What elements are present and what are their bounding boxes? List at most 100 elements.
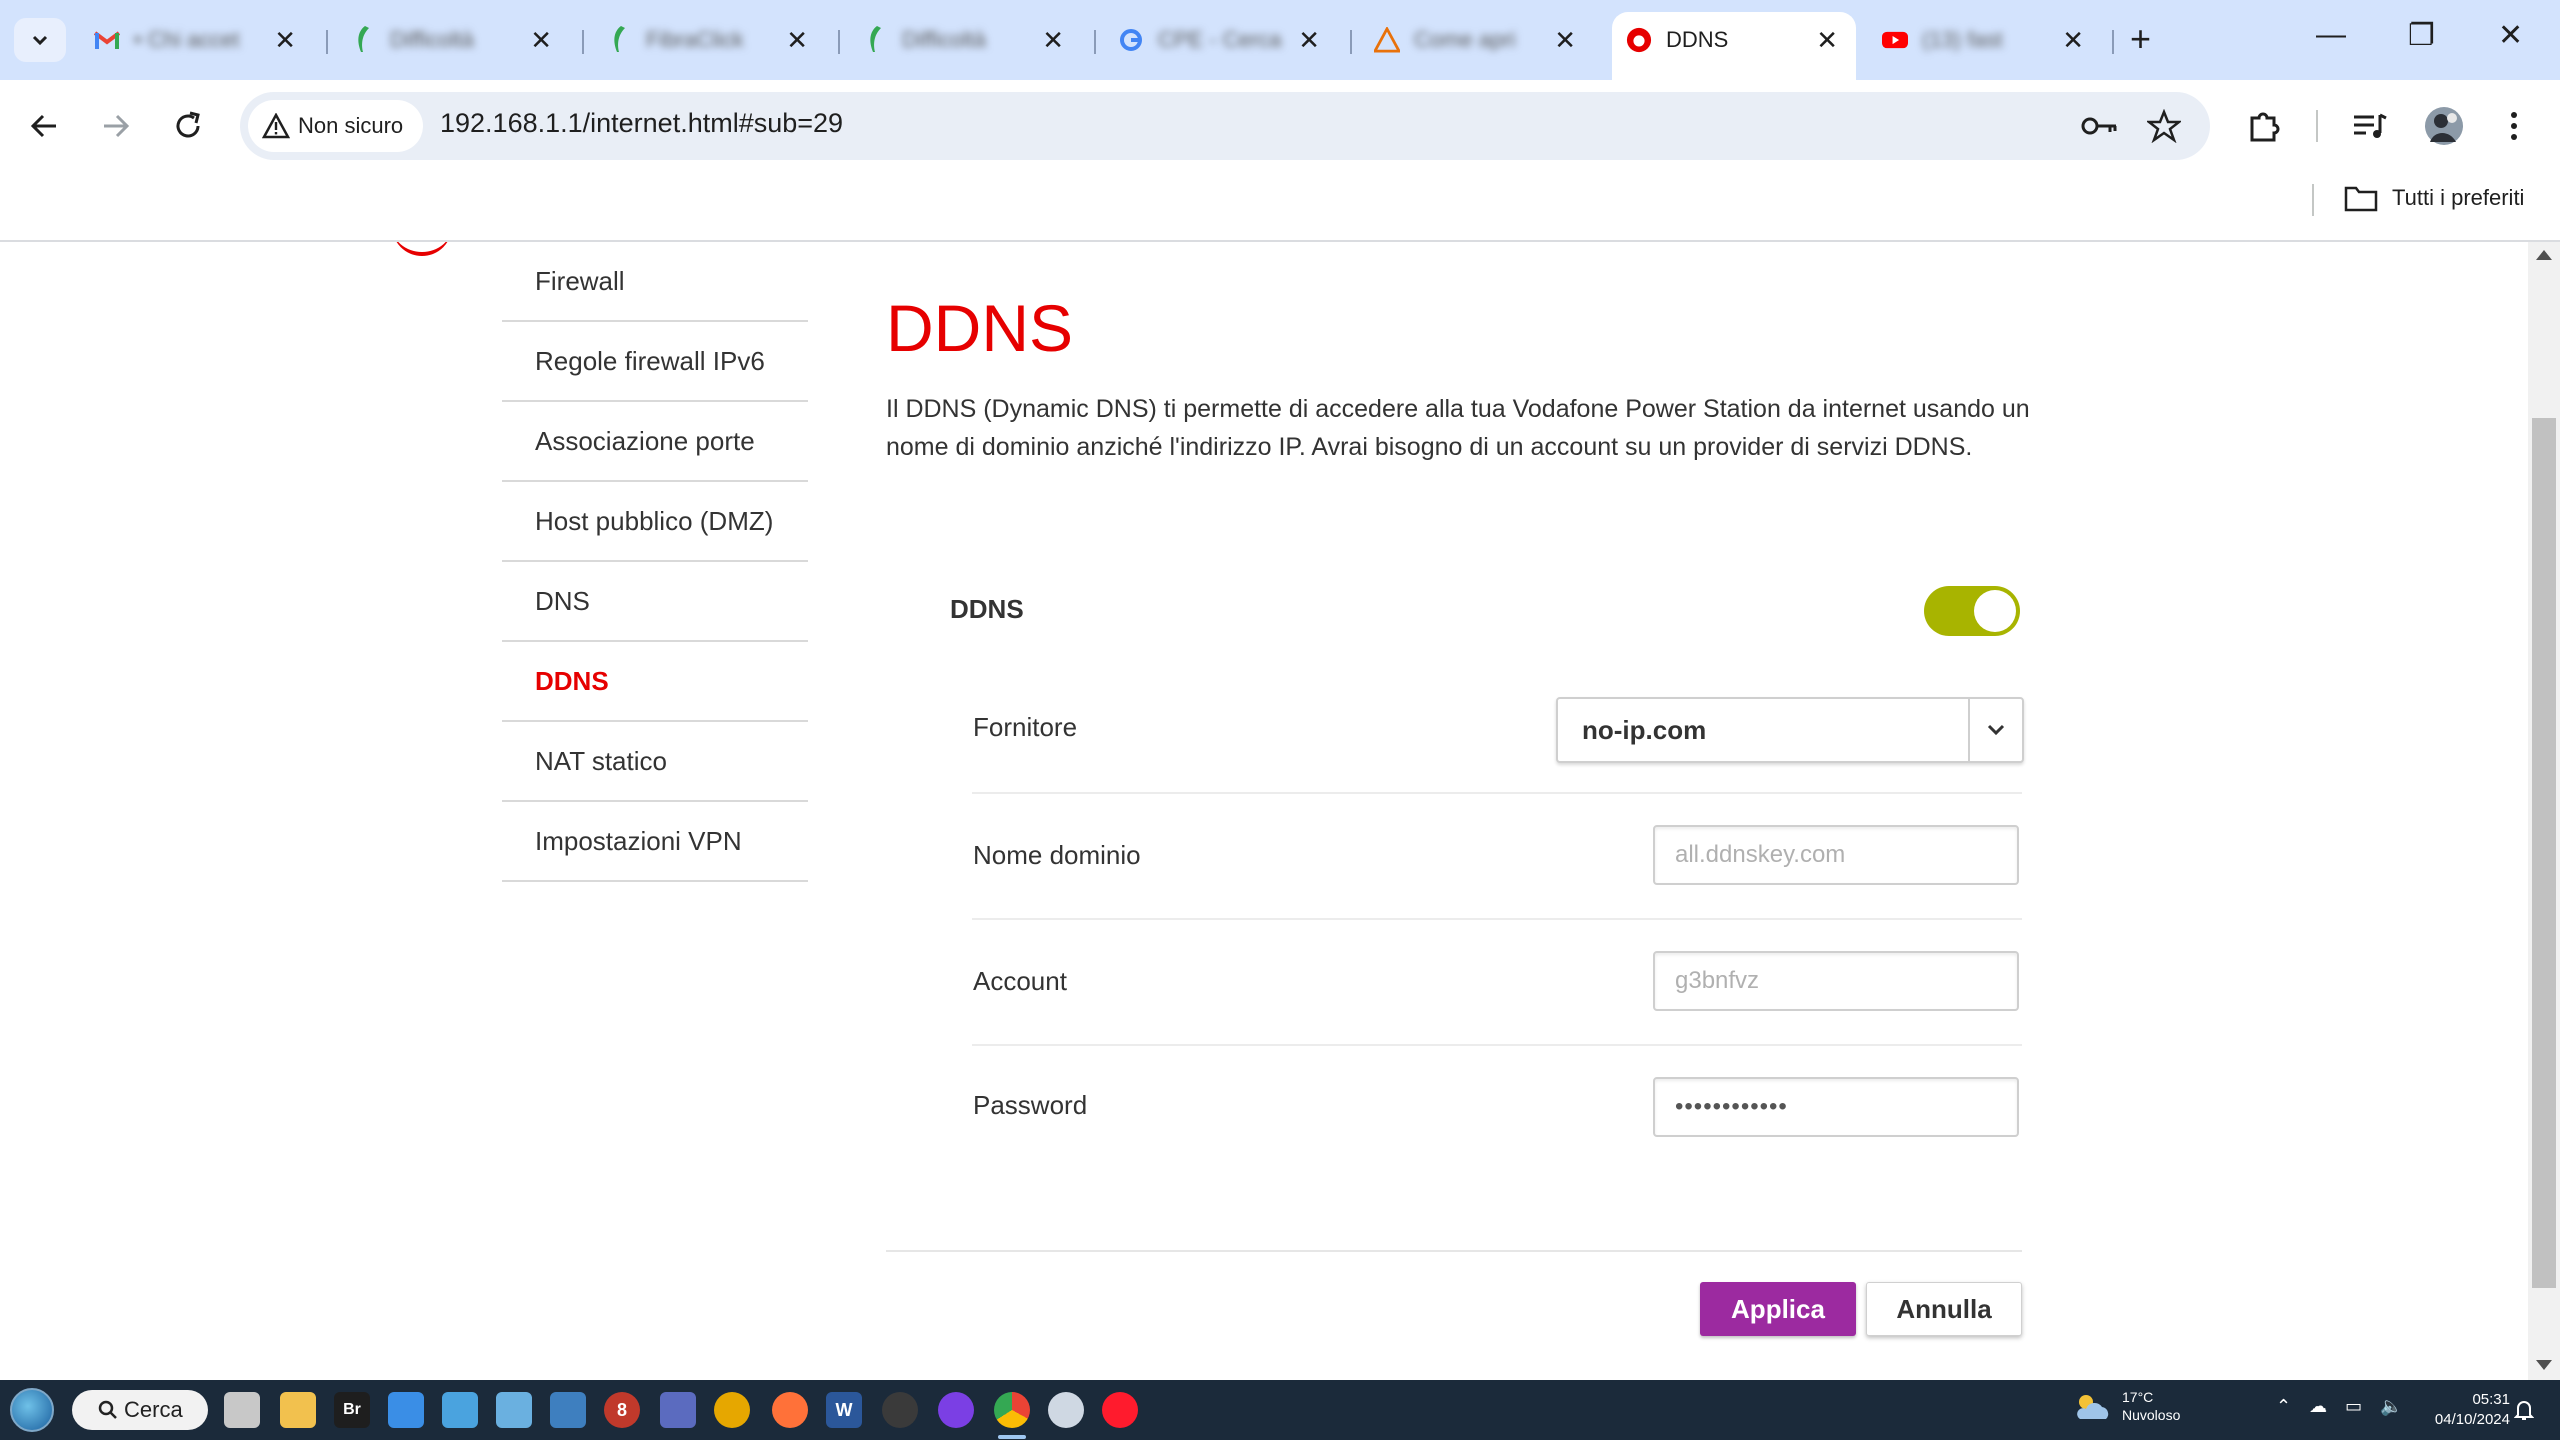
- vodafone-icon: [1626, 27, 1652, 53]
- sidebar-item-firewall[interactable]: Firewall: [502, 242, 808, 322]
- bookmark-star-icon[interactable]: [2144, 106, 2184, 146]
- notification-bell-icon[interactable]: [2513, 1398, 2535, 1427]
- gmail-icon: [94, 27, 120, 53]
- media-app-icon[interactable]: [714, 1392, 750, 1428]
- domain-label: Nome dominio: [973, 840, 1141, 870]
- bookmarks-separator: [2312, 184, 2314, 216]
- search-tool-icon[interactable]: [496, 1392, 532, 1428]
- weather-temp: 17°C: [2122, 1389, 2154, 1405]
- domain-input[interactable]: [1653, 825, 2019, 885]
- chrome-icon[interactable]: [994, 1392, 1030, 1428]
- back-button[interactable]: [22, 104, 66, 148]
- onedrive-icon[interactable]: ☁: [2309, 1396, 2327, 1417]
- camera-app-icon[interactable]: [882, 1392, 918, 1428]
- forward-button[interactable]: [94, 104, 138, 148]
- chevron-down-icon: [32, 35, 48, 46]
- firefox-icon[interactable]: [772, 1392, 808, 1428]
- close-icon[interactable]: ✕: [1554, 27, 1576, 53]
- chevron-up-icon[interactable]: ⌃: [2276, 1396, 2291, 1417]
- network-utility-icon[interactable]: [550, 1392, 586, 1428]
- weather-widget[interactable]: 17°C Nuvoloso: [2072, 1388, 2180, 1424]
- chevron-down-icon: [1987, 724, 2005, 736]
- warning-icon: [1374, 27, 1400, 53]
- cancel-button[interactable]: Annulla: [1866, 1282, 2022, 1336]
- tab-ddns-active[interactable]: DDNS ✕: [1612, 12, 1856, 80]
- sidebar-item-ipv6-firewall-rules[interactable]: Regole firewall IPv6: [502, 322, 808, 402]
- scroll-down-arrow-icon[interactable]: [2536, 1360, 2552, 1370]
- ddns-toggle-label: DDNS: [950, 594, 1024, 624]
- url-text[interactable]: 192.168.1.1/internet.html#sub=29: [440, 108, 843, 139]
- network-tool-icon[interactable]: [442, 1392, 478, 1428]
- all-bookmarks-button[interactable]: Tutti i preferiti: [2344, 184, 2524, 212]
- tab-forum-2[interactable]: FibraClick ✕: [592, 14, 826, 66]
- toggle-knob: [1974, 590, 2016, 632]
- tor-app-icon[interactable]: [938, 1392, 974, 1428]
- feather-icon: [606, 26, 632, 53]
- scroll-up-arrow-icon[interactable]: [2536, 250, 2552, 260]
- system-tray: ⌃ ☁ ▭ 🔈: [2276, 1396, 2403, 1417]
- apply-button[interactable]: Applica: [1700, 1282, 1856, 1336]
- bridge-icon[interactable]: Br: [334, 1392, 370, 1428]
- security-app-icon[interactable]: 8: [604, 1392, 640, 1428]
- task-view-icon[interactable]: [224, 1392, 260, 1428]
- security-chip[interactable]: Non sicuro: [248, 100, 424, 152]
- close-icon[interactable]: ✕: [1298, 27, 1320, 53]
- active-app-indicator: [998, 1435, 1026, 1439]
- avatar[interactable]: [2424, 106, 2464, 146]
- reload-button[interactable]: [166, 104, 210, 148]
- close-icon[interactable]: ✕: [1816, 27, 1838, 53]
- sidebar-item-ddns[interactable]: DDNS: [502, 642, 808, 722]
- provider-select[interactable]: no-ip.com: [1556, 697, 2024, 763]
- store-icon[interactable]: [388, 1392, 424, 1428]
- scrollbar-thumb[interactable]: [2532, 418, 2556, 1288]
- window-close-button[interactable]: ✕: [2498, 18, 2523, 53]
- close-icon[interactable]: ✕: [2062, 27, 2084, 53]
- close-icon[interactable]: ✕: [274, 27, 296, 53]
- opera-icon[interactable]: [1102, 1392, 1138, 1428]
- volume-icon[interactable]: 🔈: [2380, 1396, 2402, 1417]
- sidebar-item-port-mapping[interactable]: Associazione porte: [502, 402, 808, 482]
- disk-app-icon[interactable]: [660, 1392, 696, 1428]
- tab-search-button[interactable]: [14, 18, 66, 62]
- row-divider: [972, 792, 2022, 794]
- close-icon[interactable]: ✕: [1042, 27, 1064, 53]
- start-button[interactable]: [10, 1388, 54, 1432]
- sidebar-item-dmz[interactable]: Host pubblico (DMZ): [502, 482, 808, 562]
- media-control-icon[interactable]: [2350, 106, 2390, 146]
- password-input[interactable]: [1653, 1077, 2019, 1137]
- extensions-icon[interactable]: [2244, 106, 2284, 146]
- restore-button[interactable]: ❐: [2408, 18, 2435, 53]
- account-input[interactable]: [1653, 951, 2019, 1011]
- taskbar-search[interactable]: Cerca: [72, 1390, 208, 1430]
- display-icon[interactable]: ▭: [2345, 1396, 2362, 1417]
- sidebar-item-vpn-settings[interactable]: Impostazioni VPN: [502, 802, 808, 882]
- tab-help[interactable]: Come apri ✕: [1360, 14, 1594, 66]
- tab-separator: [2112, 30, 2114, 54]
- new-tab-button[interactable]: +: [2130, 18, 2151, 60]
- sidebar-item-dns[interactable]: DNS: [502, 562, 808, 642]
- tab-forum-3[interactable]: Difficoltà ✕: [848, 14, 1082, 66]
- close-icon[interactable]: ✕: [530, 27, 552, 53]
- menu-kebab-icon[interactable]: [2494, 106, 2534, 146]
- clock[interactable]: 05:31 04/10/2024: [2420, 1390, 2510, 1430]
- tab-google-search[interactable]: CPE - Cerca ✕: [1104, 14, 1338, 66]
- page-scrollbar[interactable]: [2528, 242, 2560, 1380]
- sidebar-item-static-nat[interactable]: NAT statico: [502, 722, 808, 802]
- tab-youtube[interactable]: (13) fast ✕: [1868, 14, 2102, 66]
- tab-separator: [1094, 30, 1096, 54]
- word-icon[interactable]: W: [826, 1392, 862, 1428]
- vodafone-logo[interactable]: [392, 242, 452, 256]
- close-icon[interactable]: ✕: [786, 27, 808, 53]
- minimize-button[interactable]: —: [2316, 18, 2346, 52]
- ddns-toggle[interactable]: [1924, 586, 2020, 636]
- tab-separator: [1350, 30, 1352, 54]
- tab-title: Difficoltà: [390, 27, 474, 52]
- tab-gmail[interactable]: • Chi accet ✕: [80, 14, 314, 66]
- vpn-app-icon[interactable]: [1048, 1392, 1084, 1428]
- password-key-icon[interactable]: [2080, 106, 2120, 146]
- account-label: Account: [973, 966, 1067, 996]
- tab-forum-1[interactable]: Difficoltà ✕: [336, 14, 570, 66]
- file-explorer-icon[interactable]: [280, 1392, 316, 1428]
- provider-dropdown-toggle[interactable]: [1968, 699, 2022, 761]
- page-title: DDNS: [886, 291, 1074, 365]
